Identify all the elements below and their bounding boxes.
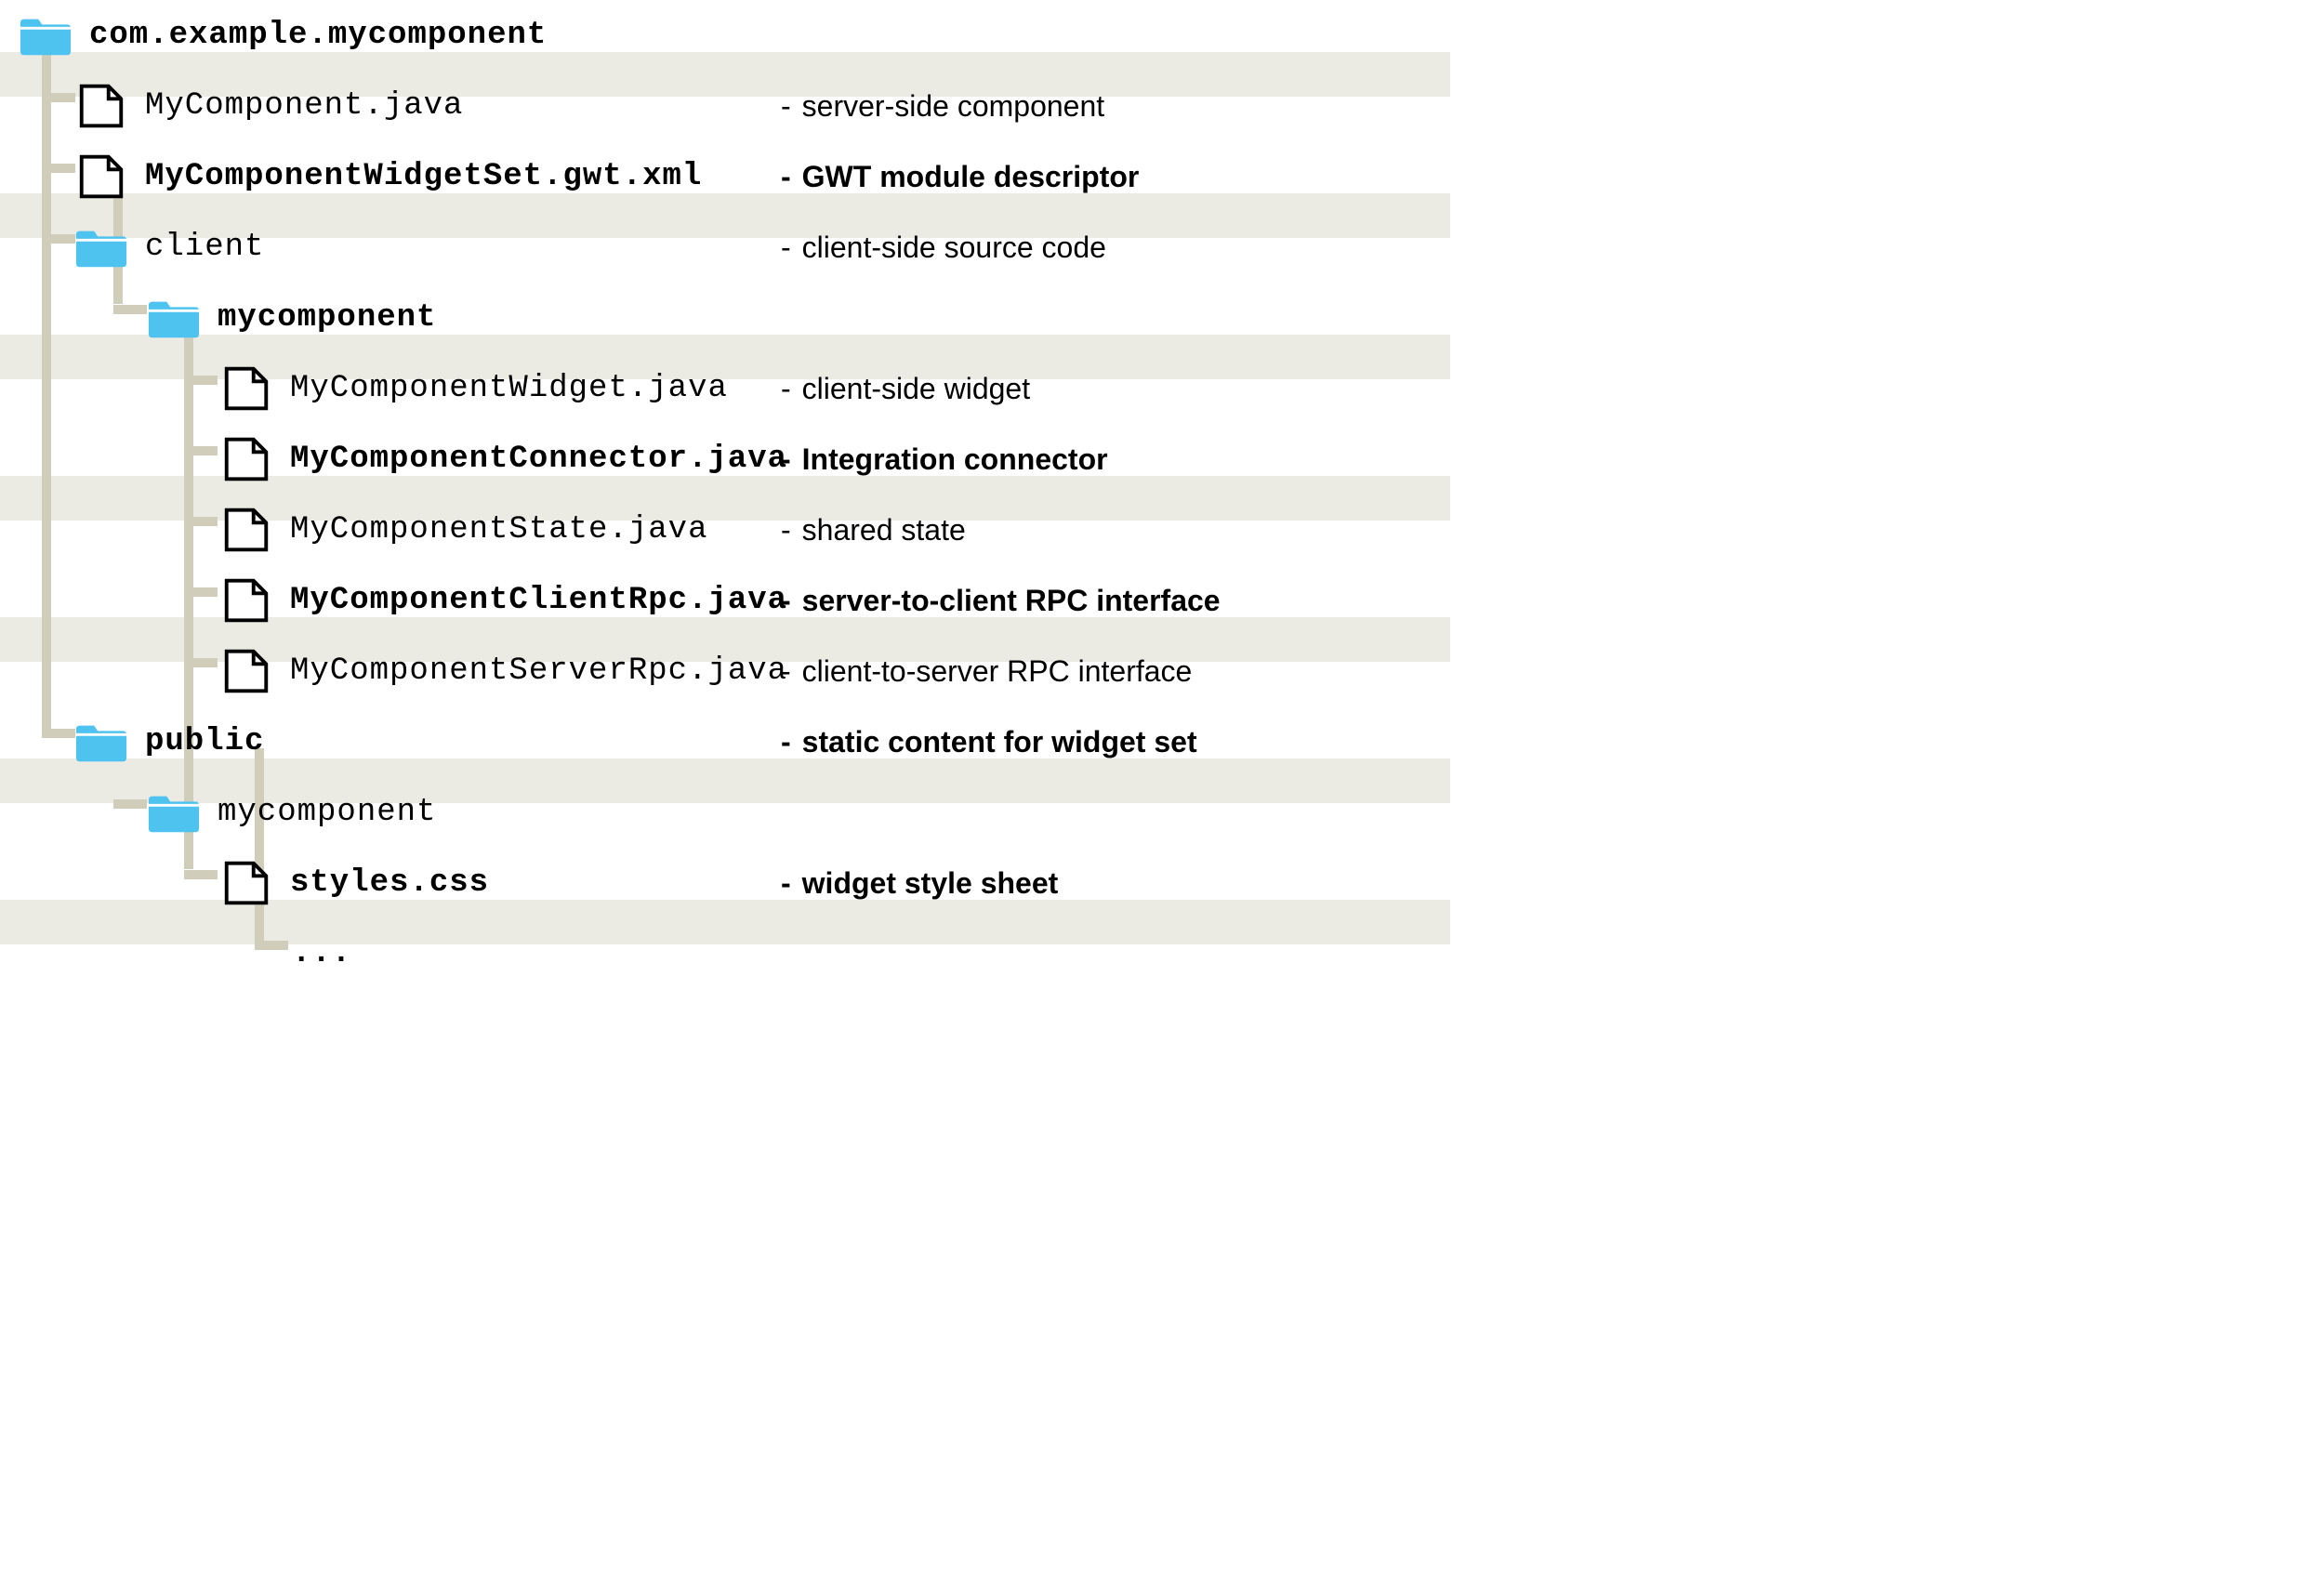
- dash: -: [781, 231, 791, 264]
- description-text: shared state: [802, 513, 966, 547]
- folder-icon: [147, 790, 201, 835]
- dash: -: [781, 372, 791, 405]
- tree-row: MyComponentWidgetSet.gwt.xml: [0, 141, 1450, 211]
- file-name: MyComponentWidgetSet.gwt.xml: [145, 159, 702, 194]
- tree-row: com.example.mycomponent: [0, 0, 1450, 70]
- row-description: -widget style sheet: [781, 866, 1058, 901]
- folder-icon: [74, 225, 128, 270]
- file-icon: [74, 154, 128, 199]
- file-name: MyComponentState.java: [290, 512, 707, 547]
- row-description: -Integration connector: [781, 442, 1108, 477]
- folder-icon: [74, 719, 128, 764]
- file-name: MyComponentServerRpc.java: [290, 653, 787, 689]
- dash: -: [781, 584, 791, 617]
- folder-icon: [19, 13, 73, 58]
- row-description: -GWT module descriptor: [781, 160, 1139, 194]
- tree-row: MyComponentWidget.java: [0, 353, 1450, 423]
- description-text: widget style sheet: [802, 866, 1059, 900]
- tree-row: MyComponentServerRpc.java: [0, 636, 1450, 706]
- file-name: MyComponentWidget.java: [290, 371, 728, 406]
- dash: -: [781, 513, 791, 547]
- dash: -: [781, 160, 791, 193]
- folder-name: mycomponent: [218, 300, 436, 336]
- tree-row: MyComponent.java: [0, 71, 1450, 140]
- description-text: Integration connector: [802, 442, 1108, 476]
- dash: -: [781, 654, 791, 688]
- folder-name: client: [145, 230, 264, 265]
- file-icon: [219, 649, 273, 693]
- row-description: -server-side component: [781, 89, 1104, 124]
- row-description: -server-to-client RPC interface: [781, 584, 1221, 618]
- tree-row: client: [0, 212, 1450, 282]
- description-text: client-side widget: [802, 372, 1030, 405]
- file-name: MyComponentClientRpc.java: [290, 583, 787, 618]
- description-text: server-side component: [802, 89, 1104, 123]
- description-text: GWT module descriptor: [802, 160, 1140, 193]
- tree-row: MyComponentClientRpc.java: [0, 565, 1450, 635]
- file-name: MyComponentConnector.java: [290, 442, 787, 477]
- dash: -: [781, 725, 791, 758]
- tree-row: mycomponent: [0, 777, 1450, 847]
- folder-name: com.example.mycomponent: [89, 18, 547, 53]
- tree-row: public: [0, 706, 1450, 776]
- folder-name: public: [145, 724, 264, 759]
- file-name: MyComponent.java: [145, 88, 463, 124]
- file-icon: [219, 578, 273, 623]
- file-icon: [219, 366, 273, 411]
- file-icon: [219, 437, 273, 481]
- file-tree-diagram: com.example.mycomponent MyComponent.java -…: [0, 0, 1450, 995]
- tree-row: ...: [0, 918, 1450, 988]
- tree-row: styles.css: [0, 848, 1450, 917]
- row-description: -static content for widget set: [781, 725, 1197, 759]
- tree-row: MyComponentConnector.java: [0, 424, 1450, 494]
- ellipsis: ...: [292, 936, 351, 971]
- dash: -: [781, 866, 791, 900]
- row-description: -client-to-server RPC interface: [781, 654, 1192, 689]
- dash: -: [781, 442, 791, 476]
- file-icon: [219, 861, 273, 905]
- description-text: client-side source code: [802, 231, 1106, 264]
- row-description: -client-side widget: [781, 372, 1030, 406]
- dash: -: [781, 89, 791, 123]
- file-icon: [74, 84, 128, 128]
- description-text: static content for widget set: [802, 725, 1197, 758]
- tree-row: mycomponent: [0, 283, 1450, 352]
- folder-name: mycomponent: [218, 795, 436, 830]
- description-text: server-to-client RPC interface: [802, 584, 1221, 617]
- row-description: -shared state: [781, 513, 966, 547]
- row-description: -client-side source code: [781, 231, 1106, 265]
- description-text: client-to-server RPC interface: [802, 654, 1193, 688]
- file-icon: [219, 508, 273, 552]
- tree-row: MyComponentState.java: [0, 495, 1450, 564]
- folder-icon: [147, 296, 201, 340]
- file-name: styles.css: [290, 865, 489, 901]
